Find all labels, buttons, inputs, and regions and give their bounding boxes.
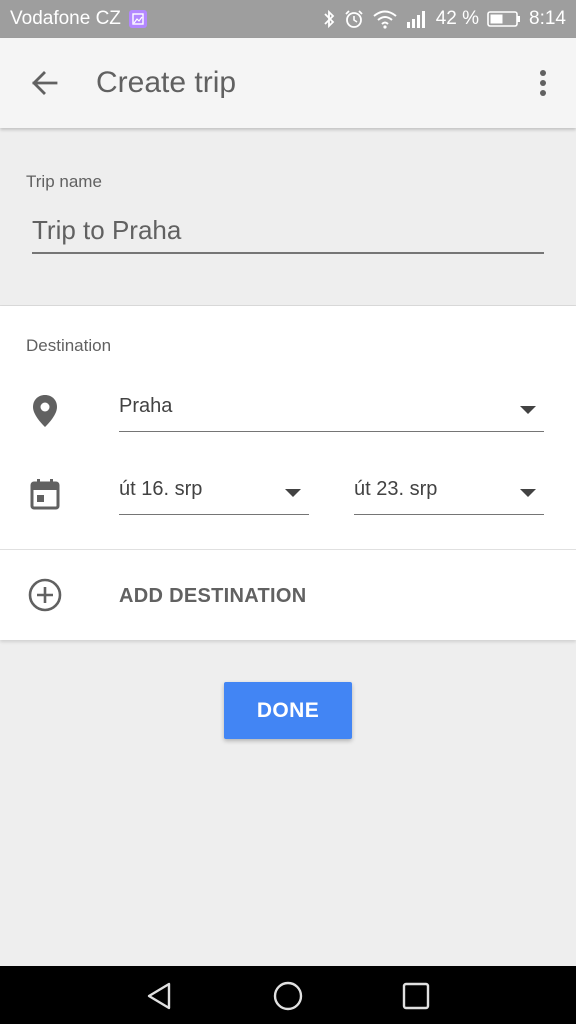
destination-section: Destination Praha út 16. srp út 23. srp … <box>0 306 576 640</box>
destination-value: Praha <box>119 395 173 417</box>
clock: 8:14 <box>529 8 566 29</box>
battery-icon <box>487 10 521 28</box>
calendar-icon <box>28 477 62 511</box>
triangle-back-icon <box>147 982 171 1010</box>
carrier-name: Vodafone CZ <box>10 8 121 29</box>
start-date-dropdown[interactable]: út 16. srp <box>119 467 309 515</box>
dropdown-arrow-icon <box>520 406 536 414</box>
more-options-button[interactable] <box>528 60 558 106</box>
destination-dropdown[interactable]: Praha <box>119 384 544 432</box>
dropdown-arrow-icon <box>285 489 301 497</box>
end-date-value: út 23. srp <box>354 478 438 500</box>
status-bar: Vodafone CZ 42 % 8:14 <box>0 0 576 38</box>
start-date-value: út 16. srp <box>119 478 203 500</box>
end-date-dropdown[interactable]: út 23. srp <box>354 467 544 515</box>
signal-icon <box>406 9 428 29</box>
page-title: Create trip <box>96 66 237 99</box>
trip-name-label: Trip name <box>26 172 102 191</box>
add-destination-button[interactable]: ADD DESTINATION <box>0 550 576 640</box>
status-right: 42 % 8:14 <box>314 8 566 30</box>
more-vert-icon <box>540 70 546 96</box>
back-button[interactable] <box>22 60 68 106</box>
navigation-bar <box>0 966 576 1024</box>
done-button[interactable]: DONE <box>224 682 352 739</box>
status-left: Vodafone CZ <box>10 8 147 30</box>
destination-label: Destination <box>26 336 112 355</box>
add-destination-label: ADD DESTINATION <box>119 585 307 607</box>
battery-percent: 42 % <box>435 8 480 29</box>
add-circle-icon <box>28 578 62 612</box>
circle-home-icon <box>273 981 303 1011</box>
nav-back-button[interactable] <box>142 978 178 1014</box>
nav-home-button[interactable] <box>270 978 306 1014</box>
gallery-icon <box>128 10 147 28</box>
arrow-back-icon <box>32 71 58 95</box>
trip-name-input[interactable] <box>32 208 544 254</box>
nav-recents-button[interactable] <box>398 978 434 1014</box>
alarm-icon <box>344 9 364 29</box>
place-icon <box>28 394 62 428</box>
trip-name-section: Trip name <box>0 128 576 306</box>
dropdown-arrow-icon <box>520 489 536 497</box>
bluetooth-icon <box>322 9 336 29</box>
app-bar: Create trip <box>0 38 576 128</box>
square-recents-icon <box>402 982 430 1010</box>
wifi-icon <box>372 9 398 29</box>
